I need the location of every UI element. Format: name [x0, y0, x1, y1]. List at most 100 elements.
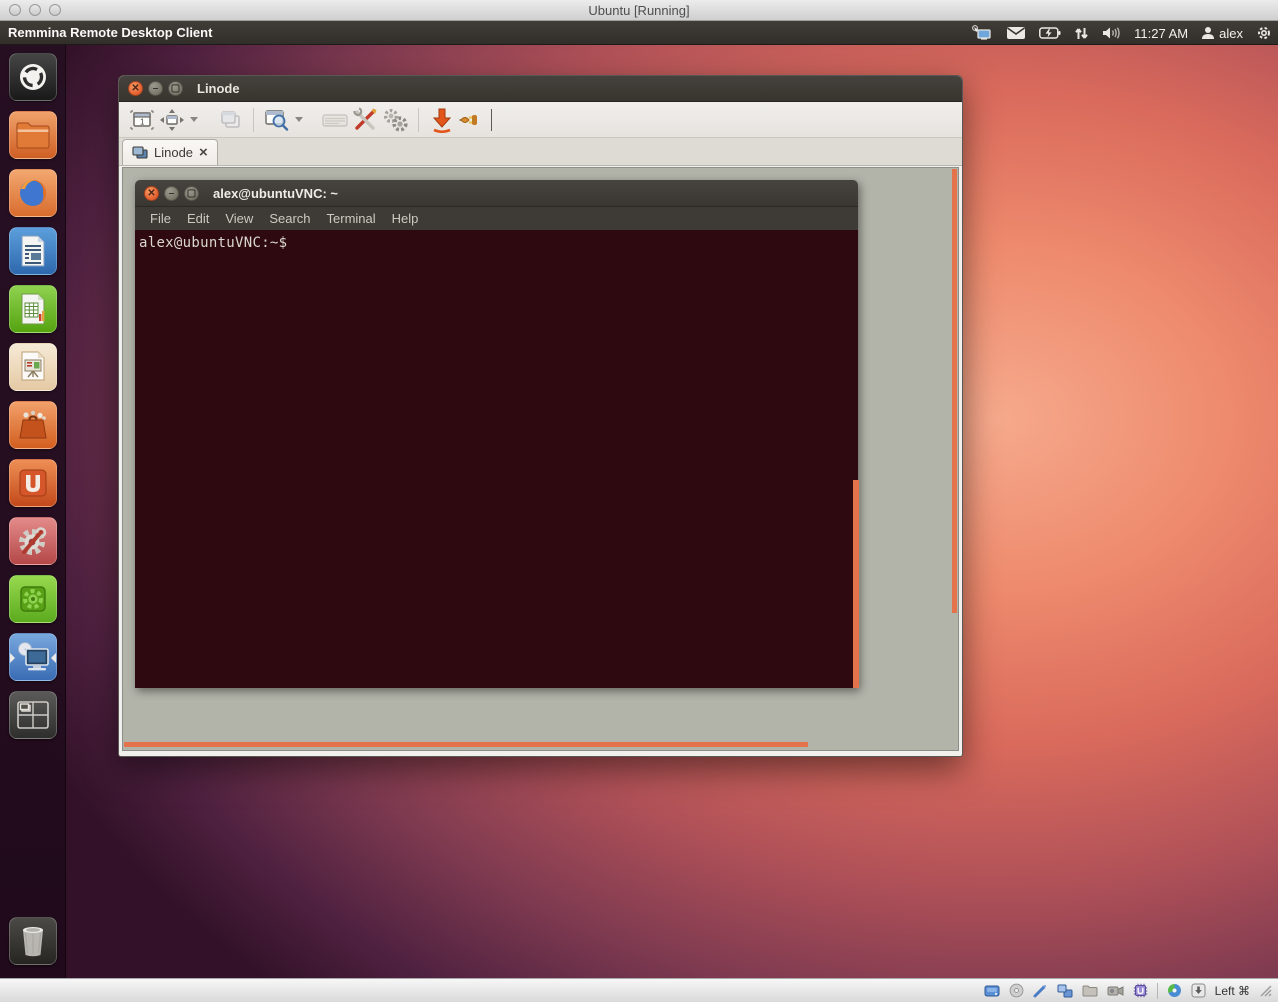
- firefox-icon: [15, 175, 51, 211]
- remote-desktop-viewport[interactable]: ✕ – ▢ alex@ubuntuVNC: ~ File Edit View S…: [122, 167, 959, 751]
- network-traffic-arrows-icon[interactable]: [1074, 26, 1089, 41]
- redraw-artifact-bottom: [124, 742, 808, 747]
- tab-close-button[interactable]: ×: [199, 145, 208, 160]
- keyboard-icon: [322, 110, 348, 130]
- remmina-maximize-button[interactable]: ▢: [168, 81, 183, 96]
- battery-indicator-icon[interactable]: [1039, 27, 1061, 39]
- writer-document-icon: [18, 234, 48, 268]
- launcher-item-dash-home[interactable]: [9, 53, 57, 101]
- clock[interactable]: 11:27 AM: [1134, 26, 1188, 41]
- duplicate-connection-button[interactable]: [215, 106, 245, 134]
- remmina-close-button[interactable]: ✕: [128, 81, 143, 96]
- menu-help[interactable]: Help: [384, 209, 427, 228]
- caret-down-icon: [190, 117, 198, 122]
- toolbar-separator: [253, 108, 254, 132]
- toggle-fullscreen-button[interactable]: 1: [127, 106, 157, 134]
- vbox-virtualization-icon[interactable]: [1133, 983, 1148, 998]
- fit-window-button[interactable]: [157, 106, 187, 134]
- tab-label: Linode: [154, 145, 193, 160]
- vbox-sharedfolders-icon[interactable]: [1082, 984, 1098, 997]
- scaled-viewing-icon: [264, 108, 290, 132]
- remmina-window: ✕ – ▢ Linode 1: [118, 75, 963, 757]
- terminal-content[interactable]: alex@ubuntuVNC:~$: [135, 230, 858, 688]
- fit-window-menu-button[interactable]: [187, 106, 201, 134]
- launcher-item-ubuntu-green-app[interactable]: [9, 575, 57, 623]
- terminal-window-controls: ✕ – ▢: [144, 186, 199, 201]
- caret-down-icon: [295, 117, 303, 122]
- launcher-item-ubuntu-one[interactable]: [9, 459, 57, 507]
- session-gear-icon[interactable]: [1256, 25, 1272, 41]
- mac-zoom-button[interactable]: [49, 4, 61, 16]
- trash-icon: [17, 924, 49, 958]
- focused-arrow: [51, 653, 56, 663]
- terminal-minimize-button[interactable]: –: [164, 186, 179, 201]
- vbox-optical-icon[interactable]: [1009, 983, 1024, 998]
- launcher-item-libreoffice-impress[interactable]: [9, 343, 57, 391]
- disconnect-arrow-button[interactable]: [427, 106, 457, 134]
- launcher-item-libreoffice-writer[interactable]: [9, 227, 57, 275]
- ubuntu-dash-icon: [16, 60, 50, 94]
- running-pip: [10, 653, 15, 663]
- settings-gear-wrench-icon: [15, 523, 51, 559]
- menu-view[interactable]: View: [217, 209, 261, 228]
- remmina-tabbar: Linode ×: [119, 138, 962, 166]
- vm-window-title: Ubuntu [Running]: [0, 3, 1278, 18]
- vbox-network-icon[interactable]: [1057, 984, 1073, 998]
- vbox-statusbar: Left ⌘: [0, 978, 1278, 1002]
- remmina-minimize-button[interactable]: –: [148, 81, 163, 96]
- menu-file[interactable]: File: [142, 209, 179, 228]
- terminal-close-button[interactable]: ✕: [144, 186, 159, 201]
- menu-terminal[interactable]: Terminal: [319, 209, 384, 228]
- terminal-titlebar[interactable]: ✕ – ▢ alex@ubuntuVNC: ~: [135, 180, 858, 207]
- remote-desktop-indicator-icon[interactable]: [971, 25, 993, 41]
- mac-minimize-button[interactable]: [29, 4, 41, 16]
- tools-button[interactable]: [350, 106, 380, 134]
- menu-search[interactable]: Search: [261, 209, 318, 228]
- preferences-button[interactable]: [380, 106, 410, 134]
- home-folder-icon: [15, 120, 51, 150]
- workspace-grid-icon: [16, 700, 50, 730]
- impress-presentation-icon: [18, 350, 48, 384]
- tab-connection-icon: [132, 146, 148, 159]
- resize-grip[interactable]: [1259, 984, 1272, 997]
- remmina-window-title: Linode: [197, 81, 240, 96]
- launcher-item-remmina[interactable]: [9, 633, 57, 681]
- user-menu[interactable]: alex: [1201, 26, 1243, 41]
- launcher-item-system-settings[interactable]: [9, 517, 57, 565]
- svg-text:1: 1: [140, 117, 145, 126]
- terminal-window-title: alex@ubuntuVNC: ~: [213, 186, 338, 201]
- green-ubuntu-app-icon: [16, 582, 50, 616]
- launcher-item-libreoffice-calc[interactable]: [9, 285, 57, 333]
- launcher-item-workspace-switcher[interactable]: [9, 691, 57, 739]
- remmina-titlebar[interactable]: ✕ – ▢ Linode: [119, 76, 962, 102]
- redraw-artifact-right: [952, 169, 957, 613]
- menu-edit[interactable]: Edit: [179, 209, 217, 228]
- app-menu-title[interactable]: Remmina Remote Desktop Client: [8, 25, 212, 40]
- vbox-display-icon[interactable]: [1107, 984, 1124, 997]
- launcher-item-files[interactable]: [9, 111, 57, 159]
- toolbar-separator: [418, 108, 419, 132]
- vbox-mouse-integration-icon[interactable]: [1167, 983, 1182, 998]
- messages-envelope-icon[interactable]: [1006, 26, 1026, 40]
- vbox-harddisk-icon[interactable]: [984, 984, 1000, 998]
- launcher-item-firefox[interactable]: [9, 169, 57, 217]
- launcher-item-trash[interactable]: [9, 917, 57, 965]
- vm-titlebar[interactable]: Ubuntu [Running]: [0, 0, 1278, 21]
- software-center-bag-icon: [16, 408, 50, 442]
- vbox-hostkey-state-icon[interactable]: [1191, 983, 1206, 998]
- connection-tab-linode[interactable]: Linode ×: [122, 139, 218, 165]
- keyboard-grab-button[interactable]: [320, 106, 350, 134]
- fit-window-icon: [159, 108, 185, 132]
- launcher-item-ubuntu-software-center[interactable]: [9, 401, 57, 449]
- terminal-maximize-button[interactable]: ▢: [184, 186, 199, 201]
- scaled-viewing-button[interactable]: [262, 106, 292, 134]
- plug-disconnect-button[interactable]: [457, 106, 487, 134]
- scaled-viewing-menu-button[interactable]: [292, 106, 306, 134]
- mac-close-button[interactable]: [9, 4, 21, 16]
- toolbar-text-cursor: [491, 109, 492, 131]
- volume-indicator-icon[interactable]: [1102, 26, 1121, 40]
- user-icon: [1201, 26, 1215, 40]
- redraw-artifact-strip: [853, 480, 859, 688]
- vbox-usb-icon[interactable]: [1033, 983, 1048, 998]
- duplicate-windows-icon: [218, 109, 242, 131]
